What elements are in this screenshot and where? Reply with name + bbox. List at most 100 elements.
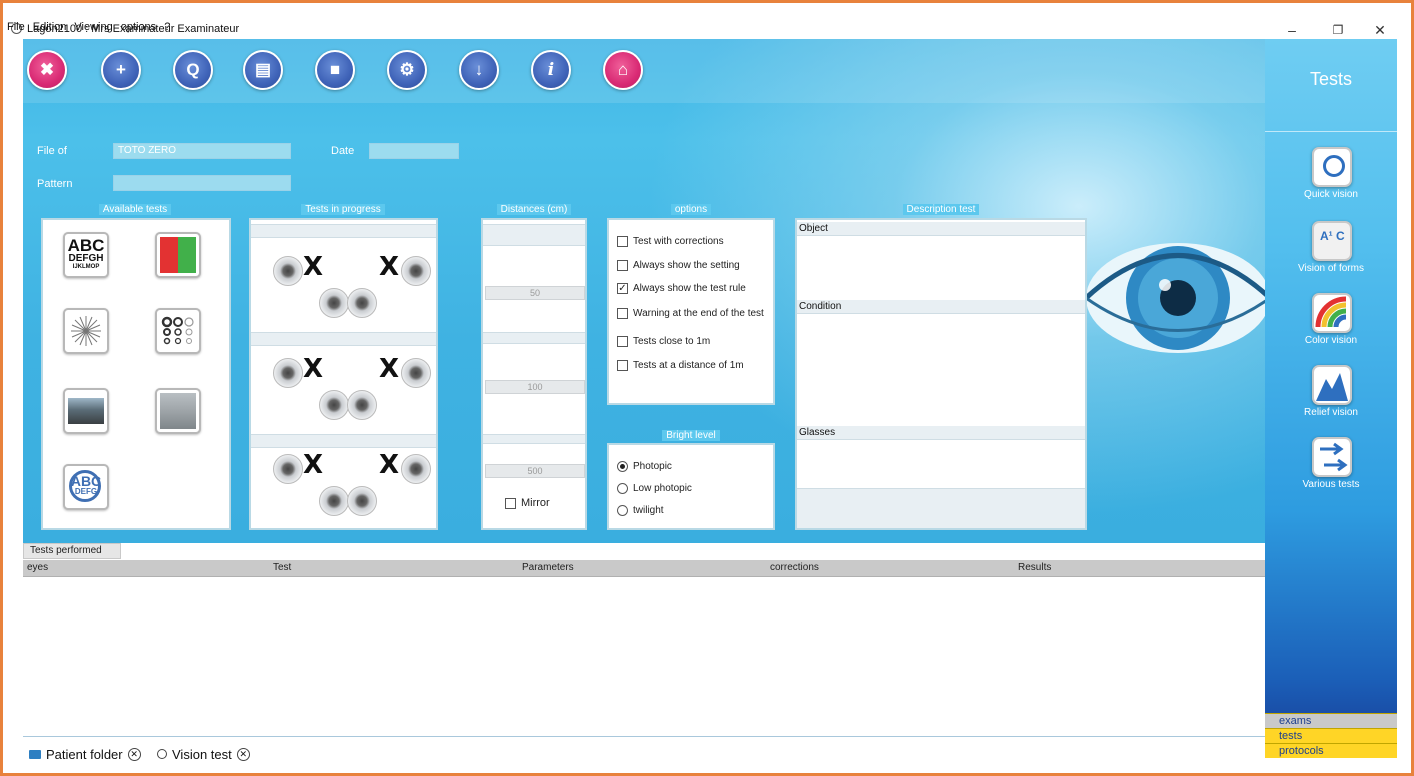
- column-parameters[interactable]: Parameters: [522, 562, 574, 573]
- progress-row-1[interactable]: X X: [251, 240, 436, 334]
- astigmatism-tile[interactable]: [63, 308, 109, 354]
- save-record-button[interactable]: ■: [315, 50, 355, 90]
- column-test[interactable]: Test: [273, 562, 291, 573]
- description-test-label: Description test: [902, 204, 980, 215]
- progress-row-2[interactable]: X X: [251, 346, 436, 440]
- color-vision-label: Color vision: [1304, 335, 1358, 346]
- sidebar-item-various-tests[interactable]: Various tests: [1265, 437, 1397, 499]
- sidebar-section-exams[interactable]: exams: [1265, 713, 1397, 728]
- close-session-button[interactable]: ✖: [27, 50, 67, 90]
- tests-performed-tab[interactable]: Tests performed: [23, 543, 121, 559]
- distances-divider-1: [483, 332, 585, 344]
- checkbox: [617, 235, 628, 247]
- info-button[interactable]: i: [531, 50, 571, 90]
- export-button[interactable]: ↓: [459, 50, 499, 90]
- sidebar-item-vision-of-forms[interactable]: A¹ C Vision of forms: [1265, 221, 1397, 283]
- radio-low-photopic[interactable]: Low photopic: [617, 481, 692, 495]
- mirror-checkbox[interactable]: Mirror: [505, 496, 550, 510]
- both-eyes-right-icon: [347, 486, 377, 516]
- sidebar-item-color-vision[interactable]: Color vision: [1265, 293, 1397, 355]
- available-tests-panel: ABC DEFGH IJKLMOP ABC DEFG: [41, 218, 231, 530]
- clipboard-icon: ■: [329, 60, 341, 79]
- sidebar-item-quick-vision[interactable]: Quick vision: [1265, 147, 1397, 209]
- various-tests-icon: [1312, 437, 1352, 477]
- add-patient-button[interactable]: +: [101, 50, 141, 90]
- option-test-with-corrections[interactable]: Test with corrections: [617, 234, 724, 248]
- column-eyes[interactable]: eyes: [27, 562, 48, 573]
- landolt-rings-tile[interactable]: [155, 308, 201, 354]
- condition-field[interactable]: [797, 314, 1085, 426]
- menu-viewing[interactable]: Viewing: [74, 21, 112, 35]
- red-half: [160, 237, 178, 273]
- option-always-show-setting[interactable]: Always show the setting: [617, 258, 740, 272]
- sidebar-section-tests[interactable]: tests: [1265, 728, 1397, 743]
- sidebar-title: Tests: [1309, 69, 1352, 89]
- sidebar-divider: [1265, 131, 1397, 132]
- sidebar-section-protocols[interactable]: protocols: [1265, 743, 1397, 758]
- abc-magnify-tile[interactable]: ABC DEFG: [63, 464, 109, 510]
- option-warning-end-of-test[interactable]: Warning at the end of the test: [617, 306, 764, 320]
- tab-patient-folder[interactable]: Patient folder ✕: [29, 744, 141, 764]
- radio-label: twilight: [633, 504, 664, 516]
- radio-label: Low photopic: [633, 482, 692, 494]
- abc-chart-tile[interactable]: ABC DEFGH IJKLMOP: [63, 232, 109, 278]
- menu-help[interactable]: ?: [164, 21, 170, 35]
- progress-row-3[interactable]: X X: [251, 446, 436, 540]
- quick-vision-icon: [1312, 147, 1352, 187]
- option-tests-close-1m[interactable]: Tests close to 1m: [617, 334, 710, 348]
- both-eyes-left-icon: [319, 390, 349, 420]
- column-corrections[interactable]: corrections: [770, 562, 819, 573]
- restore-button[interactable]: ❐: [1323, 21, 1353, 39]
- option-always-show-test-rule[interactable]: ✓ Always show the test rule: [617, 281, 746, 295]
- various-tests-label: Various tests: [1302, 479, 1360, 490]
- add-user-icon: +: [116, 60, 126, 79]
- checkbox: [617, 307, 628, 319]
- distance-row-1[interactable]: 50: [485, 286, 585, 300]
- road-fog-tile[interactable]: [155, 388, 201, 434]
- both-eyes-right-icon: [347, 390, 377, 420]
- info-icon: i: [547, 60, 555, 80]
- close-tab-icon[interactable]: ✕: [127, 747, 141, 761]
- option-tests-distance-1m[interactable]: Tests at a distance of 1m: [617, 358, 744, 372]
- tests-in-progress-panel: X X X X X X: [249, 218, 438, 530]
- right-eye-occluded-icon: X: [303, 252, 324, 282]
- date-field[interactable]: [369, 143, 459, 159]
- open-folder-button[interactable]: ▤: [243, 50, 283, 90]
- pattern-label: Pattern: [37, 178, 73, 190]
- tab-vision-test[interactable]: Vision test ✕: [157, 744, 250, 764]
- file-of-field[interactable]: TOTO ZERO: [113, 143, 291, 159]
- condition-header: Condition: [797, 300, 1085, 314]
- red-green-tile[interactable]: [155, 232, 201, 278]
- menu-options[interactable]: options: [121, 21, 156, 35]
- folder-icon: ▤: [254, 60, 272, 79]
- radio-twilight[interactable]: twilight: [617, 503, 664, 517]
- search-patient-button[interactable]: Q: [173, 50, 213, 90]
- road-day-tile[interactable]: [63, 388, 109, 434]
- tab-patient-folder-label: Patient folder: [46, 746, 123, 762]
- menu-edition[interactable]: Edition: [33, 21, 67, 35]
- checkbox: [617, 335, 628, 347]
- option-label: Always show the setting: [633, 259, 740, 271]
- minimize-button[interactable]: –: [1277, 21, 1307, 39]
- close-tab-icon[interactable]: ✕: [236, 747, 250, 761]
- close-window-button[interactable]: ✕: [1365, 21, 1395, 39]
- distance-row-2[interactable]: 100: [485, 380, 585, 394]
- distance-row-3[interactable]: 500: [485, 464, 585, 478]
- both-eyes-right-icon: [347, 288, 377, 318]
- object-field[interactable]: [797, 236, 1085, 300]
- glasses-field[interactable]: [797, 440, 1085, 488]
- pattern-field[interactable]: [113, 175, 291, 191]
- tests-in-progress-title: Tests in progress: [249, 203, 437, 217]
- file-of-label: File of: [37, 145, 67, 157]
- home-button[interactable]: ⌂: [603, 50, 643, 90]
- road-photo: [68, 398, 104, 424]
- menu-file[interactable]: File: [7, 21, 25, 35]
- radio-photopic[interactable]: Photopic: [617, 459, 672, 473]
- right-eye-icon: [273, 454, 303, 484]
- distances-panel: 50 100 500 Mirror: [481, 218, 587, 530]
- tests-in-progress-label: Tests in progress: [301, 204, 385, 215]
- column-results[interactable]: Results: [1018, 562, 1051, 573]
- settings-button[interactable]: ⚙: [387, 50, 427, 90]
- checkbox-checked: ✓: [617, 282, 628, 294]
- sidebar-item-relief-vision[interactable]: Relief vision: [1265, 365, 1397, 427]
